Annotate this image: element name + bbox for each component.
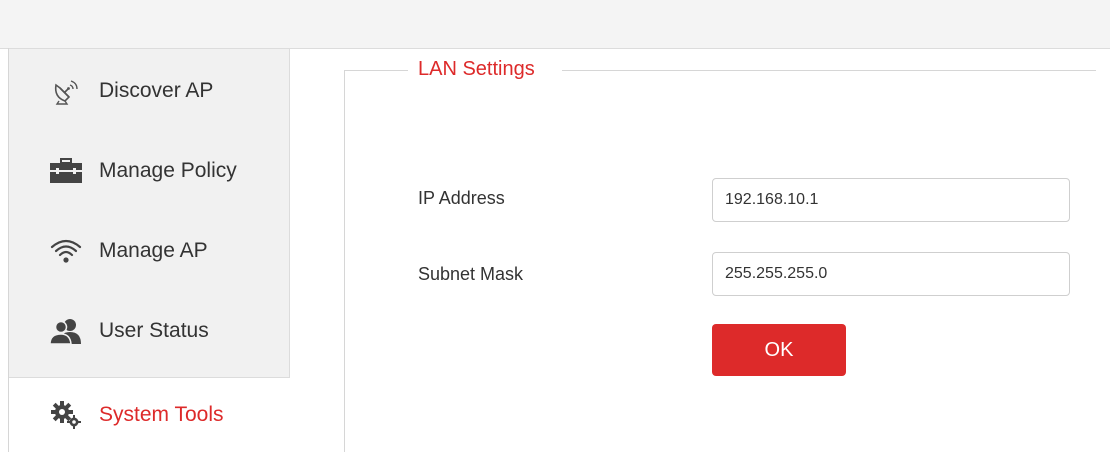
ip-address-label: IP Address [418, 188, 505, 208]
sidebar-item-manage-ap[interactable]: Manage AP [9, 219, 289, 283]
fieldset-border [344, 70, 408, 71]
sidebar-item-label: User Status [99, 319, 209, 342]
section-title: LAN Settings [418, 58, 535, 80]
ip-address-input[interactable] [712, 178, 1070, 222]
sidebar-item-discover-ap[interactable]: Discover AP [9, 59, 289, 123]
subnet-mask-label: Subnet Mask [418, 264, 524, 284]
wifi-icon [49, 236, 83, 266]
fieldset-border [562, 70, 1096, 71]
content-border [344, 70, 345, 452]
sidebar-item-label: Manage Policy [99, 159, 237, 182]
sidebar-item-system-tools[interactable]: System Tools [9, 378, 290, 452]
gears-icon [49, 400, 83, 430]
sidebar-item-label: Manage AP [99, 239, 208, 262]
subnet-mask-input[interactable] [712, 252, 1070, 296]
briefcase-icon [49, 156, 83, 186]
sidebar-item-label: System Tools [99, 403, 224, 426]
sidebar-item-manage-policy[interactable]: Manage Policy [9, 139, 289, 203]
sidebar-item-user-status[interactable]: User Status [9, 299, 289, 363]
satellite-dish-icon [49, 76, 83, 106]
users-icon [49, 316, 83, 346]
top-bar [0, 0, 1110, 49]
sidebar: Discover AP Manage Policy Manage AP User… [9, 49, 290, 378]
ok-button[interactable]: OK [712, 324, 846, 376]
sidebar-item-label: Discover AP [99, 79, 214, 102]
